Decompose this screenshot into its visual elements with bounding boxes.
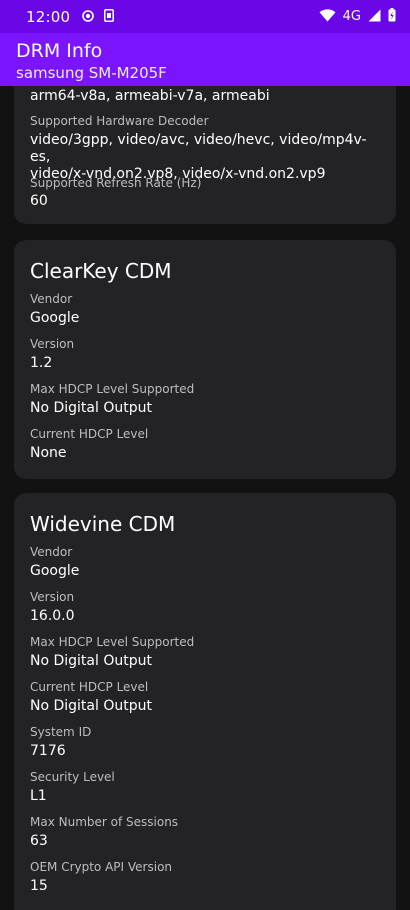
clearkey-vendor-label: Vendor	[30, 292, 73, 306]
widevine-max-hdcp-label: Max HDCP Level Supported	[30, 635, 195, 649]
hw-decoder-label: Supported Hardware Decoder	[30, 114, 209, 128]
hw-decoder-value-line1: video/3gpp, video/avc, video/hevc, video…	[30, 132, 367, 165]
clearkey-version-value: 1.2	[30, 355, 53, 371]
wifi-icon	[319, 7, 336, 26]
app-subtitle: samsung SM-M205F	[16, 64, 167, 82]
widevine-vendor-label: Vendor	[30, 545, 73, 559]
widevine-current-hdcp-label: Current HDCP Level	[30, 680, 149, 694]
widevine-vendor-value: Google	[30, 563, 80, 579]
sim-card-icon	[104, 7, 115, 26]
clearkey-cdm-card: ClearKey CDM Vendor Google Version 1.2 M…	[14, 240, 396, 479]
widevine-card-title: Widevine CDM	[30, 512, 176, 536]
signal-strength-icon	[368, 7, 381, 26]
clearkey-current-hdcp-label: Current HDCP Level	[30, 427, 149, 441]
widevine-oem-crypto-value: 15	[30, 878, 48, 894]
widevine-system-id-label: System ID	[30, 725, 92, 739]
widevine-system-id-value: 7176	[30, 743, 66, 759]
widevine-current-hdcp-value: No Digital Output	[30, 698, 152, 714]
clearkey-current-hdcp-value: None	[30, 445, 67, 461]
clearkey-card-title: ClearKey CDM	[30, 259, 172, 283]
widevine-security-level-label: Security Level	[30, 770, 115, 784]
widevine-max-sessions-label: Max Number of Sessions	[30, 815, 179, 829]
widevine-oem-crypto-label: OEM Crypto API Version	[30, 860, 173, 874]
status-notification-icons	[82, 7, 115, 26]
network-type-label: 4G	[342, 9, 361, 24]
refresh-rate-value: 60	[30, 193, 48, 209]
content-scroll-area[interactable]: arm64-v8a, armeabi-v7a, armeabi Supporte…	[0, 86, 410, 910]
clearkey-max-hdcp-value: No Digital Output	[30, 400, 152, 416]
widevine-max-hdcp-value: No Digital Output	[30, 653, 152, 669]
status-time: 12:00	[26, 7, 71, 26]
widevine-version-label: Version	[30, 590, 75, 604]
widevine-security-level-value: L1	[30, 788, 47, 804]
clearkey-max-hdcp-label: Max HDCP Level Supported	[30, 382, 195, 396]
app-title: DRM Info	[16, 40, 103, 62]
supported-abis-value: arm64-v8a, armeabi-v7a, armeabi	[30, 88, 270, 104]
record-icon	[82, 7, 95, 26]
battery-icon	[388, 7, 396, 26]
clearkey-vendor-value: Google	[30, 310, 80, 326]
widevine-version-value: 16.0.0	[30, 608, 75, 624]
clearkey-version-label: Version	[30, 337, 75, 351]
status-bar: 12:00 4G	[0, 0, 410, 33]
app-bar: DRM Info samsung SM-M205F	[0, 33, 410, 86]
widevine-cdm-card: Widevine CDM Vendor Google Version 16.0.…	[14, 493, 396, 910]
refresh-rate-label: Supported Refresh Rate (Hz)	[30, 176, 202, 190]
device-info-card: arm64-v8a, armeabi-v7a, armeabi Supporte…	[14, 86, 396, 224]
widevine-max-sessions-value: 63	[30, 833, 48, 849]
status-system-icons: 4G	[319, 7, 396, 26]
